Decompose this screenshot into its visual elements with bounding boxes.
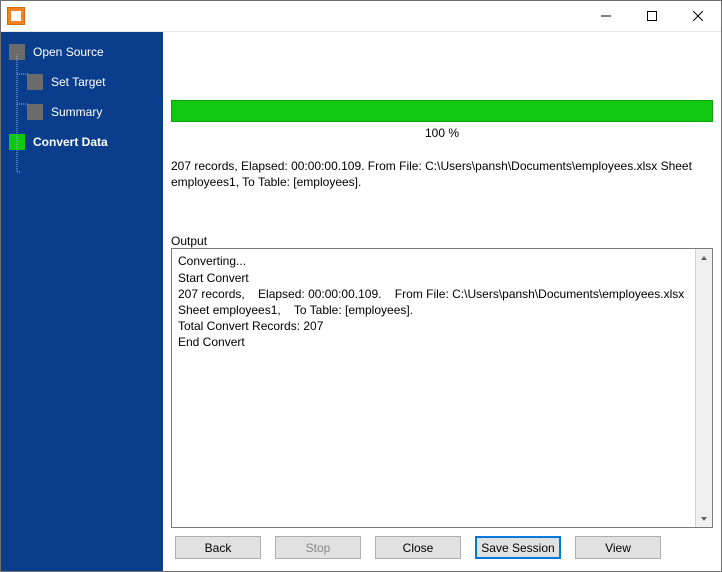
scroll-up-icon[interactable]	[696, 249, 712, 266]
save-session-button[interactable]: Save Session	[475, 536, 561, 559]
step-summary[interactable]: Summary	[1, 100, 163, 124]
step-bullet-icon	[9, 44, 25, 60]
maximize-button[interactable]	[629, 1, 675, 32]
app-icon	[7, 7, 25, 25]
wizard-sidebar: Open Source Set Target Summary Convert D…	[1, 32, 163, 571]
step-bullet-icon	[27, 74, 43, 90]
view-button[interactable]: View	[575, 536, 661, 559]
step-convert-data[interactable]: Convert Data	[1, 130, 163, 154]
button-row: Back Stop Close Save Session View	[171, 528, 713, 565]
step-label: Convert Data	[33, 135, 108, 149]
scroll-down-icon[interactable]	[696, 510, 712, 527]
output-scrollbar[interactable]	[695, 249, 712, 527]
titlebar	[1, 1, 721, 32]
step-label: Open Source	[33, 45, 104, 59]
main-panel: 100 % 207 records, Elapsed: 00:00:00.109…	[163, 32, 721, 571]
stop-button[interactable]: Stop	[275, 536, 361, 559]
output-text: Converting... Start Convert 207 records,…	[178, 254, 688, 349]
conversion-summary-text: 207 records, Elapsed: 00:00:00.109. From…	[171, 158, 713, 190]
progress-percent-label: 100 %	[171, 126, 713, 140]
step-set-target[interactable]: Set Target	[1, 70, 163, 94]
step-label: Summary	[51, 105, 102, 119]
progress-bar	[171, 100, 713, 122]
step-open-source[interactable]: Open Source	[1, 40, 163, 64]
scroll-track[interactable]	[696, 266, 712, 510]
back-button[interactable]: Back	[175, 536, 261, 559]
close-window-button[interactable]	[675, 1, 721, 32]
minimize-button[interactable]	[583, 1, 629, 32]
close-button[interactable]: Close	[375, 536, 461, 559]
output-label: Output	[171, 234, 713, 248]
step-label: Set Target	[51, 75, 105, 89]
step-bullet-icon	[27, 104, 43, 120]
step-bullet-icon	[9, 134, 25, 150]
output-textarea[interactable]: Converting... Start Convert 207 records,…	[171, 248, 713, 528]
